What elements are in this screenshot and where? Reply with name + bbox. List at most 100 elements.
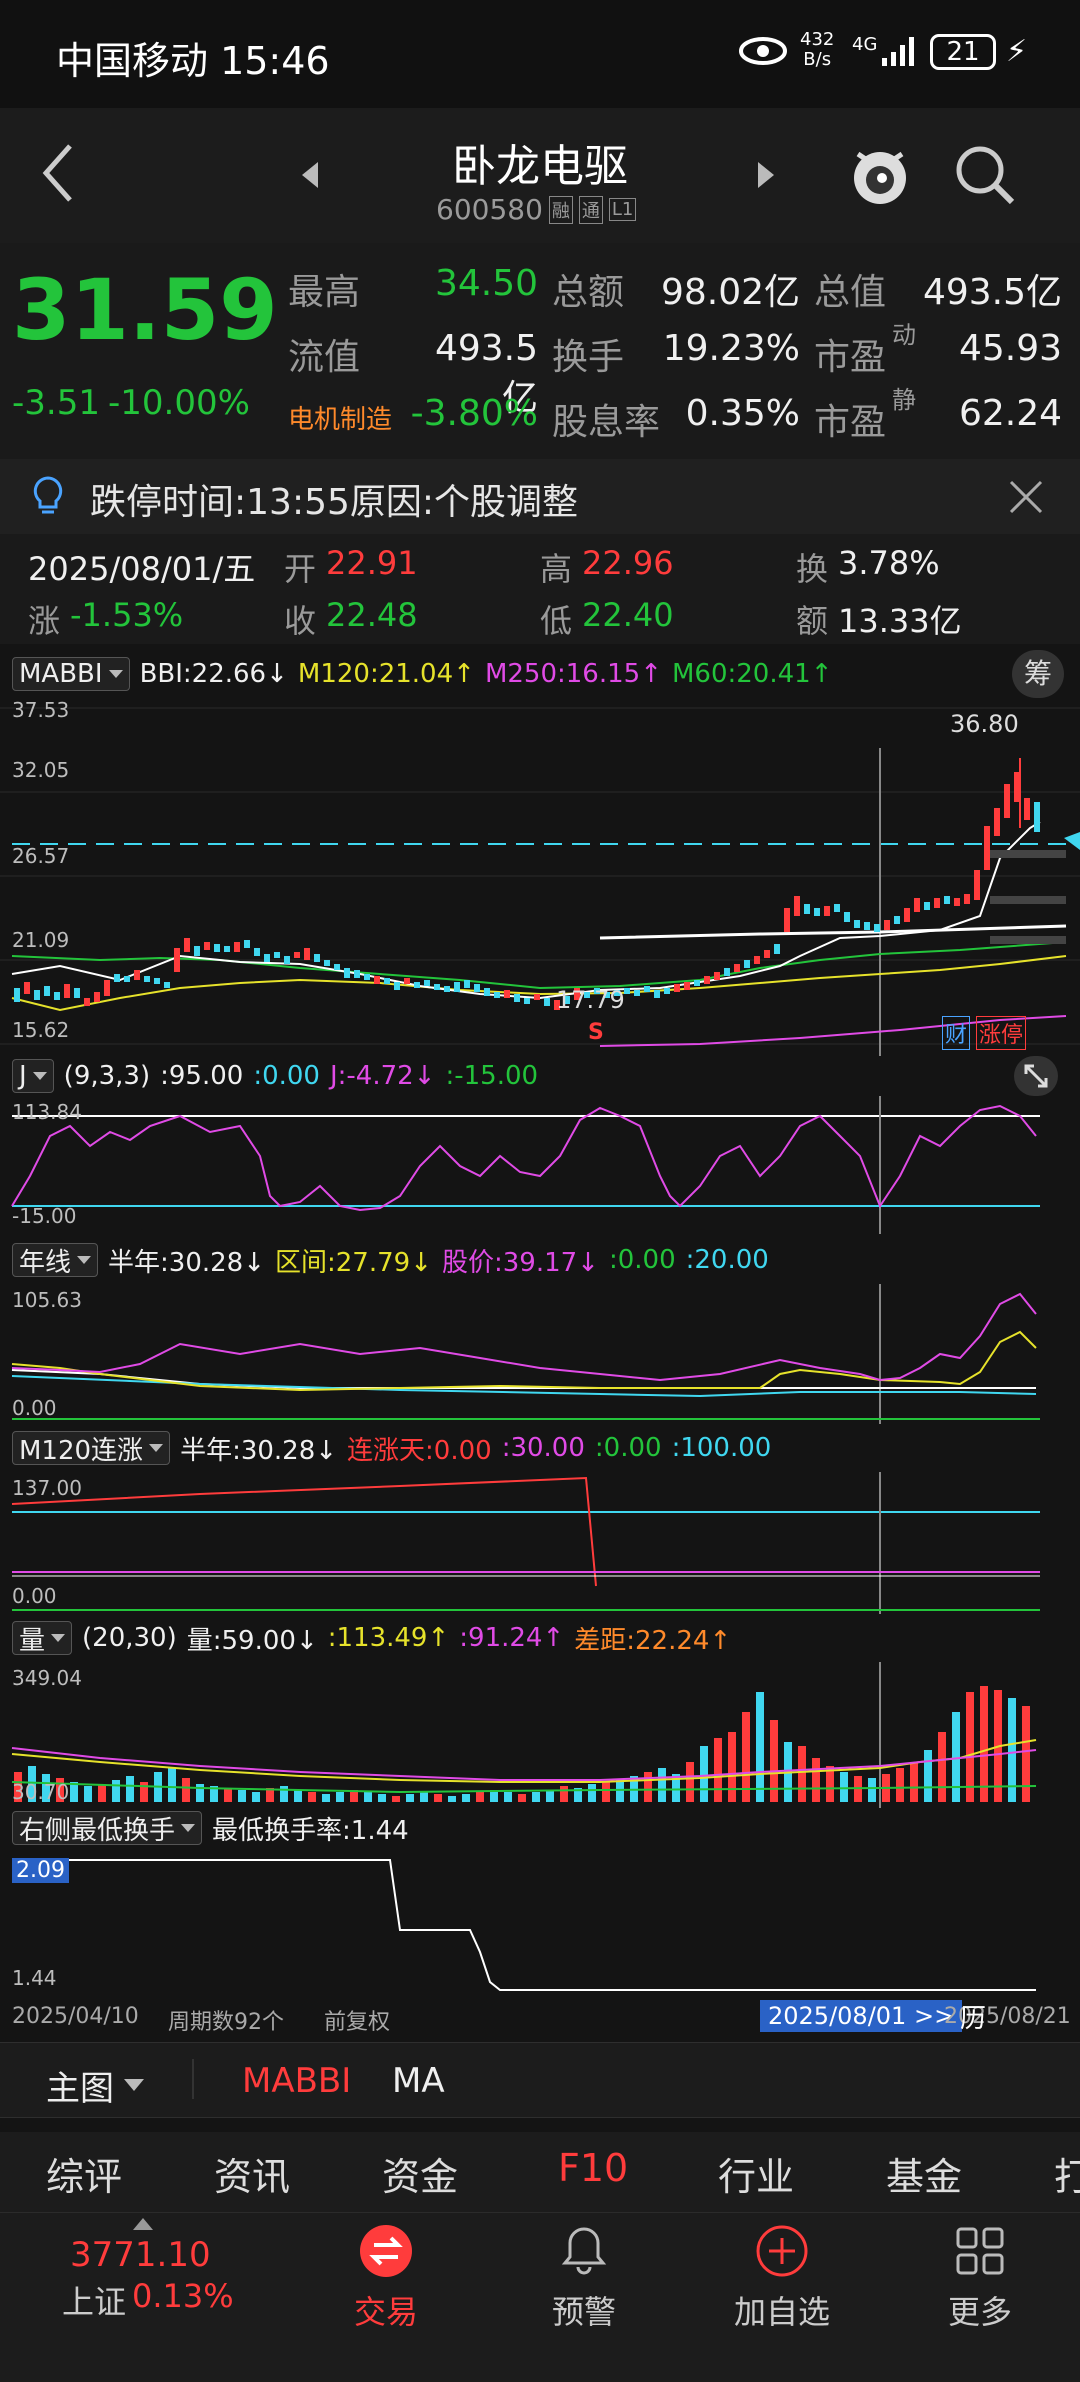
- tab-mabbi[interactable]: MABBI: [242, 2061, 351, 2101]
- tab-more-cutoff[interactable]: 打: [1054, 2146, 1080, 2201]
- charging-icon: ⚡: [1006, 34, 1028, 69]
- chg-value-day: -1.53%: [70, 596, 184, 634]
- tab-industry[interactable]: 行业: [718, 2146, 794, 2201]
- bottom-navigation: 3771.10 上证 0.13% 交易 预警 加自选 更多: [0, 2212, 1080, 2382]
- limit-down-notice[interactable]: 跌停时间:13:55原因:个股调整: [0, 459, 1080, 534]
- chevron-up-icon[interactable]: [133, 2215, 153, 2230]
- history-tag[interactable]: 历: [960, 1998, 986, 2035]
- search-icon[interactable]: [954, 144, 1016, 206]
- volume-bar: [910, 1762, 918, 1802]
- year-y-bottom: 0.00: [12, 1396, 57, 1420]
- volume-bar: [658, 1768, 666, 1802]
- turnover-y-top: 2.09: [12, 1858, 69, 1883]
- close-icon[interactable]: [1008, 479, 1044, 515]
- tab-overview[interactable]: 综评: [46, 2146, 122, 2201]
- m120-value: M120:21.04↑: [297, 659, 475, 689]
- kdj-v4: :-15.00: [445, 1061, 539, 1091]
- axis-adjust-mode[interactable]: 前复权: [324, 2004, 390, 2036]
- tab-funds[interactable]: 资金: [382, 2146, 458, 2201]
- main-indicator-select[interactable]: MABBI: [12, 657, 130, 691]
- volume-bar: [252, 1792, 260, 1802]
- robot-assistant-icon[interactable]: [848, 140, 912, 206]
- turnover-select[interactable]: 右侧最低换手: [12, 1811, 203, 1846]
- low-value-day: 22.40: [582, 596, 674, 634]
- y-label-5: 15.62: [12, 1018, 70, 1042]
- volume-bar: [98, 1784, 106, 1802]
- amount-label: 总额: [552, 272, 625, 313]
- volume-bar: [644, 1772, 652, 1802]
- kdj-panel[interactable]: J (9,3,3) :95.00 :0.00 J:-4.72↓ :-15.00 …: [0, 1056, 1080, 1234]
- volume-bar: [952, 1712, 960, 1802]
- chg-label-day: 涨: [28, 602, 61, 640]
- m120-select[interactable]: M120连涨: [12, 1431, 171, 1466]
- tab-ma[interactable]: MA: [392, 2061, 445, 2101]
- turn-label-day: 换: [796, 550, 829, 588]
- back-button[interactable]: [40, 138, 80, 208]
- volume-bar: [616, 1780, 624, 1802]
- trade-icon: [360, 2225, 412, 2277]
- next-stock-button[interactable]: [756, 160, 776, 190]
- volume-bar: [798, 1746, 806, 1802]
- turnover-label: 换手: [552, 337, 625, 378]
- industry-label[interactable]: 电机制造: [288, 399, 392, 436]
- m120-v1: :30.00: [501, 1433, 585, 1463]
- turn-value-day: 3.78%: [838, 544, 940, 582]
- m120-v2: :0.00: [594, 1433, 662, 1463]
- volume-bar: [126, 1776, 134, 1802]
- m120-y-bottom: 0.00: [12, 1584, 57, 1608]
- volume-panel[interactable]: 量 (20,30) 量:59.00↓ :113.49↑ :91.24↑ 差距:2…: [0, 1618, 1080, 1808]
- m120-v3: :100.00: [671, 1433, 772, 1463]
- amount-value: 98.02亿: [660, 272, 800, 313]
- volume-bar: [308, 1792, 316, 1802]
- main-kline-panel[interactable]: MABBI BBI:22.66↓ M120:21.04↑ M250:16.15↑…: [0, 648, 1080, 1056]
- turnover-canvas: [12, 1859, 1036, 1991]
- nav-add-watchlist[interactable]: 加自选: [712, 2223, 852, 2333]
- volume-bar: [364, 1792, 372, 1802]
- net-speed: 432: [800, 29, 835, 50]
- volume-bar: [84, 1786, 92, 1802]
- index-value[interactable]: 3771.10: [70, 2235, 211, 2275]
- chart-indicator-tabs: 主图 MABBI MA: [0, 2042, 1080, 2118]
- volume-bar: [322, 1794, 330, 1802]
- volume-diff: 差距:22.24↑: [574, 1625, 732, 1656]
- nav-alert[interactable]: 预警: [514, 2223, 654, 2333]
- index-change[interactable]: 0.13%: [132, 2277, 234, 2315]
- volume-bar: [462, 1794, 470, 1802]
- sell-mark: S: [588, 1020, 604, 1045]
- nav-more[interactable]: 更多: [910, 2223, 1050, 2333]
- volume-bar: [392, 1796, 400, 1802]
- limit-up-tag[interactable]: 涨停: [976, 1016, 1027, 1050]
- year-half: 半年:30.28↓: [108, 1247, 265, 1278]
- nav-trade[interactable]: 交易: [316, 2223, 456, 2333]
- m120-panel[interactable]: M120连涨 半年:30.28↓ 连涨天:0.00 :30.00 :0.00 :…: [0, 1428, 1080, 1614]
- battery-icon: 21: [930, 34, 996, 70]
- chip-distribution-button[interactable]: 筹: [1012, 650, 1064, 698]
- tab-f10[interactable]: F10: [558, 2146, 628, 2190]
- bell-icon: [561, 2227, 607, 2275]
- index-name[interactable]: 上证: [62, 2277, 126, 2323]
- kdj-y-top: 113.84: [12, 1100, 82, 1124]
- kdj-indicator-select[interactable]: J: [12, 1059, 54, 1093]
- volume-bar: [924, 1750, 932, 1802]
- finance-tag[interactable]: 财: [942, 1016, 971, 1050]
- volume-select[interactable]: 量: [12, 1621, 73, 1656]
- expand-icon[interactable]: [1014, 1056, 1058, 1096]
- time-axis: 2025/04/10 周期数92个 前复权 2025/08/01 >> 2025…: [0, 1998, 1080, 2038]
- year-line-panel[interactable]: 年线 半年:30.28↓ 区间:27.79↓ 股价:39.17↓ :0.00 :…: [0, 1240, 1080, 1424]
- kline-canvas[interactable]: [0, 698, 1080, 1056]
- tab-fund[interactable]: 基金: [886, 2146, 962, 2201]
- bbi-value: BBI:22.66↓: [139, 659, 288, 689]
- tab-news[interactable]: 资讯: [214, 2146, 290, 2201]
- prev-stock-button[interactable]: [300, 160, 320, 190]
- pe-dynamic-sup: 动: [892, 321, 916, 349]
- volume-bar: [602, 1782, 610, 1802]
- year-line-select[interactable]: 年线: [12, 1243, 99, 1278]
- volume-bar: [196, 1784, 204, 1802]
- lowest-turnover-panel[interactable]: 右侧最低换手 最低换手率:1.44 2.09 1.44: [0, 1808, 1080, 1998]
- amt-label-day: 额: [796, 602, 829, 640]
- main-chart-select[interactable]: 主图: [46, 2061, 144, 2110]
- cursor-date: 2025/08/01 >>: [760, 2000, 963, 2032]
- connect-tag: 通: [578, 195, 603, 224]
- axis-period-count: 周期数92个: [168, 2010, 284, 2035]
- nav-alert-label: 预警: [551, 2293, 616, 2331]
